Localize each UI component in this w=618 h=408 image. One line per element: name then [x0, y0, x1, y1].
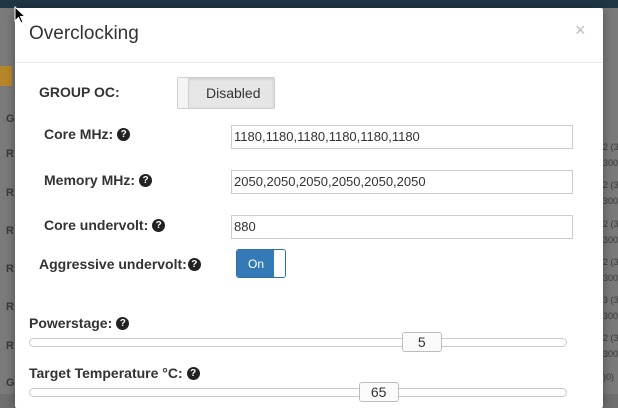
bg-right-label: 300 [603, 235, 618, 245]
bg-right-label: 2 (3 [603, 257, 618, 267]
aggressive-undervolt-label: Aggressive undervolt: ? [39, 256, 201, 272]
bg-right-label: 2 (3 [603, 219, 618, 229]
group-oc-toggle[interactable]: Disabled [177, 77, 275, 109]
bg-right-label: 300 [603, 311, 618, 321]
bg-left-label: R [6, 340, 14, 352]
overclocking-modal: Overclocking × GROUP OC: Disabled Core M… [15, 8, 603, 408]
toggle-on-state: On [237, 250, 274, 277]
toggle-on-text: On [248, 257, 265, 271]
bg-right-label: 300 [603, 273, 618, 283]
target-temperature-label-text: Target Temperature °C: [29, 365, 183, 381]
background-button [0, 66, 12, 86]
toggle-knob [274, 250, 285, 277]
bg-right-label: 2 (3 [603, 142, 618, 152]
bg-left-label: R [6, 225, 14, 237]
target-temperature-label: Target Temperature °C: ? [29, 365, 200, 381]
powerstage-slider-handle[interactable]: 5 [401, 332, 442, 352]
app-top-bar [0, 0, 618, 8]
question-circle-icon[interactable]: ? [152, 218, 166, 232]
bg-right-label: 300 [603, 158, 618, 168]
modal-header: Overclocking × [15, 8, 603, 63]
bg-right-label: 300 [603, 196, 618, 206]
toggle-knob [178, 78, 189, 108]
group-oc-toggle-text: Disabled [206, 85, 261, 101]
bg-right-label: 2 (3 [603, 333, 618, 343]
aggressive-undervolt-toggle[interactable]: On [236, 249, 286, 278]
bg-left-label: G [6, 113, 15, 125]
question-circle-icon[interactable]: ? [139, 173, 153, 187]
close-icon[interactable]: × [575, 20, 586, 41]
core-mhz-label: Core MHz: ? [44, 126, 131, 142]
core-mhz-label-text: Core MHz: [44, 126, 114, 142]
core-undervolt-label: Core undervolt: ? [44, 217, 166, 233]
bg-left-label: R [6, 301, 14, 313]
group-oc-label: GROUP OC: [39, 84, 120, 100]
group-oc-label-text: GROUP OC: [39, 84, 120, 100]
bg-right-label: )0) [603, 372, 614, 382]
mouse-cursor-icon [14, 6, 26, 24]
modal-title: Overclocking [29, 23, 139, 44]
powerstage-label-text: Powerstage: [29, 315, 113, 331]
bg-left-label: R [6, 148, 14, 160]
core-mhz-input[interactable]: 1180,1180,1180,1180,1180,1180 [231, 125, 573, 149]
bg-right-label: 2 (3 [603, 180, 618, 190]
bg-right-label: 300 [603, 349, 618, 359]
bg-right-label: 3 (3 [603, 295, 618, 305]
powerstage-slider-track[interactable] [29, 338, 567, 347]
memory-mhz-input[interactable]: 2050,2050,2050,2050,2050,2050 [231, 170, 573, 194]
bg-left-label: R [6, 187, 14, 199]
aggressive-undervolt-label-text: Aggressive undervolt: [39, 256, 187, 272]
question-circle-icon[interactable]: ? [117, 127, 131, 141]
target-temperature-slider-handle[interactable]: 65 [358, 382, 399, 402]
memory-mhz-label: Memory MHz: ? [44, 172, 153, 188]
core-undervolt-input[interactable]: 880 [231, 215, 573, 239]
question-circle-icon[interactable]: ? [187, 257, 201, 271]
bg-left-label: G [6, 377, 15, 389]
memory-mhz-label-text: Memory MHz: [44, 172, 136, 188]
target-temperature-slider-track[interactable] [29, 388, 567, 397]
question-circle-icon[interactable]: ? [116, 316, 130, 330]
question-circle-icon[interactable]: ? [186, 366, 200, 380]
bg-left-label: R [6, 263, 14, 275]
powerstage-label: Powerstage: ? [29, 315, 130, 331]
core-undervolt-label-text: Core undervolt: [44, 217, 149, 233]
